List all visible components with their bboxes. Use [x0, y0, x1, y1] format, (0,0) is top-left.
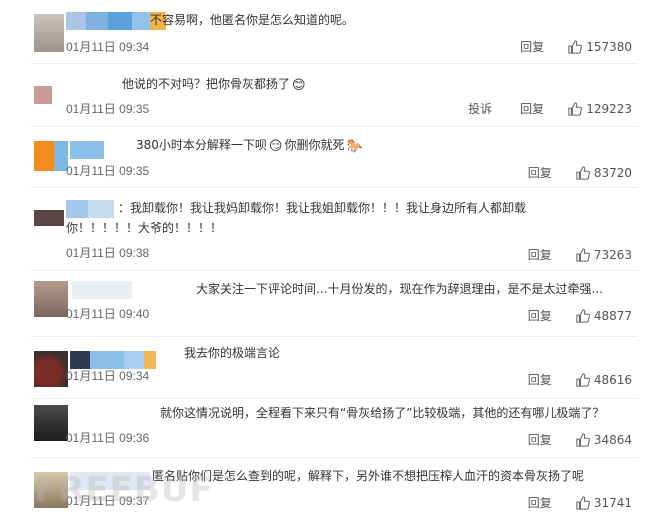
thumbs-up-icon [576, 495, 590, 510]
avatar[interactable] [34, 281, 68, 317]
comment-text: 他说的不对吗？把你骨灰都扬了 😊 [122, 74, 308, 96]
horse-emoji-icon: 🐎 [346, 139, 363, 154]
thumbs-up-icon [576, 165, 590, 180]
thumbs-up-icon [568, 101, 583, 116]
comment-actions: 回复 48616 [500, 371, 632, 388]
comment-actions: 回复 83720 [500, 164, 632, 181]
thumbs-up-icon [576, 432, 590, 447]
comment-item: 不容易啊，他匿名你是怎么知道的呢。 01月11日 09:34 回复 157380 [0, 0, 660, 62]
comment-item: ：我卸载你！我让我妈卸载你！我让我姐卸载你！！！我让身边所有人都卸载你！！！！！… [0, 188, 660, 270]
like-button[interactable]: 73263 [576, 248, 632, 262]
report-button[interactable]: 投诉 [468, 100, 492, 117]
comment-text: 就你这情况说明，全程看下来只有“骨灰给扬了”比较极端，其他的还有哪儿极端了？ [160, 406, 605, 420]
comment-text: 380小时本分解释一下呗 😏 你删你就死 🐎 [136, 135, 365, 157]
comment-item: 380小时本分解释一下呗 😏 你删你就死 🐎 01月11日 09:35 回复 8372… [0, 127, 660, 187]
like-button[interactable]: 83720 [576, 166, 632, 180]
comment-actions: 回复 34864 [500, 431, 632, 448]
avatar[interactable] [34, 86, 52, 104]
comment-actions: 回复 157380 [492, 38, 632, 55]
like-button[interactable]: 129223 [568, 102, 632, 116]
avatar[interactable] [34, 210, 64, 226]
comment-text: 大家关注一下评论时间...十月份发的，现在作为辞退理由，是不是太过牵强... [196, 282, 603, 296]
avatar[interactable] [34, 141, 68, 171]
smirk-emoji-icon: 😏 [268, 139, 283, 154]
thumbs-up-icon [576, 372, 590, 387]
comment-actions: 回复 73263 [500, 246, 632, 263]
username-redacted[interactable] [70, 141, 104, 159]
comment-item: 大家关注一下评论时间...十月份发的，现在作为辞退理由，是不是太过牵强... 0… [0, 271, 660, 335]
like-count: 48616 [593, 372, 632, 387]
watermark: FREEBUF [34, 470, 214, 510]
thumbs-up-icon [576, 308, 590, 323]
comment-actions: 回复 31741 [500, 494, 632, 511]
comment-time: 01月11日 09:36 [66, 431, 150, 445]
comment-item: 他说的不对吗？把你骨灰都扬了 😊 01月11日 09:35 投诉 回复 12922… [0, 64, 660, 126]
reply-button[interactable]: 回复 [520, 38, 544, 55]
reply-button[interactable]: 回复 [528, 431, 552, 448]
comment-text: 匿名贴你们是怎么查到的呢，解释下，另外谁不想把压榨人血汗的资本骨灰扬了呢 [152, 469, 585, 483]
comment-text: 不容易啊，他匿名你是怎么知道的呢。 [150, 13, 355, 27]
comment-item: 就你这情况说明，全程看下来只有“骨灰给扬了”比较极端，其他的还有哪儿极端了？ 0… [0, 399, 660, 457]
comment-time: 01月11日 09:35 [66, 164, 150, 178]
reply-button[interactable]: 回复 [528, 164, 552, 181]
comment-time: 01月11日 09:34 [66, 40, 150, 54]
like-count: 48877 [593, 308, 632, 323]
comment-time: 01月11日 09:40 [66, 307, 150, 321]
like-button[interactable]: 48616 [576, 373, 632, 387]
reply-button[interactable]: 回复 [528, 246, 552, 263]
comment-actions: 投诉 回复 129223 [440, 100, 632, 117]
like-button[interactable]: 31741 [576, 496, 632, 510]
like-button[interactable]: 157380 [568, 40, 632, 54]
reply-button[interactable]: 回复 [528, 371, 552, 388]
avatar[interactable] [34, 405, 68, 441]
comment-item: 我去你的极端言论 01月11日 09:34 回复 48616 [0, 337, 660, 397]
avatar[interactable] [34, 351, 68, 387]
like-button[interactable]: 48877 [576, 309, 632, 323]
like-button[interactable]: 34864 [576, 433, 632, 447]
thumbs-up-icon [568, 39, 583, 54]
like-count: 157380 [586, 39, 632, 54]
reply-button[interactable]: 回复 [520, 100, 544, 117]
reply-button[interactable]: 回复 [528, 494, 552, 511]
like-count: 129223 [586, 101, 632, 116]
comment-time: 01月11日 09:35 [66, 102, 150, 116]
like-count: 73263 [593, 247, 632, 262]
thumbs-up-icon [576, 247, 590, 262]
username-redacted[interactable] [72, 281, 132, 299]
smile-emoji-icon: 😊 [292, 78, 306, 93]
comment-text: 我去你的极端言论 [184, 346, 281, 360]
comment-text: ：我卸载你！我让我妈卸载你！我让我姐卸载你！！！我让身边所有人都卸载你！！！！！… [66, 201, 527, 235]
comment-actions: 回复 48877 [500, 307, 632, 324]
reply-button[interactable]: 回复 [528, 307, 552, 324]
comment-time: 01月11日 09:34 [66, 369, 150, 383]
avatar[interactable] [34, 14, 64, 52]
like-count: 31741 [593, 495, 632, 510]
like-count: 34864 [593, 432, 632, 447]
comment-time: 01月11日 09:38 [66, 246, 150, 260]
like-count: 83720 [593, 165, 632, 180]
